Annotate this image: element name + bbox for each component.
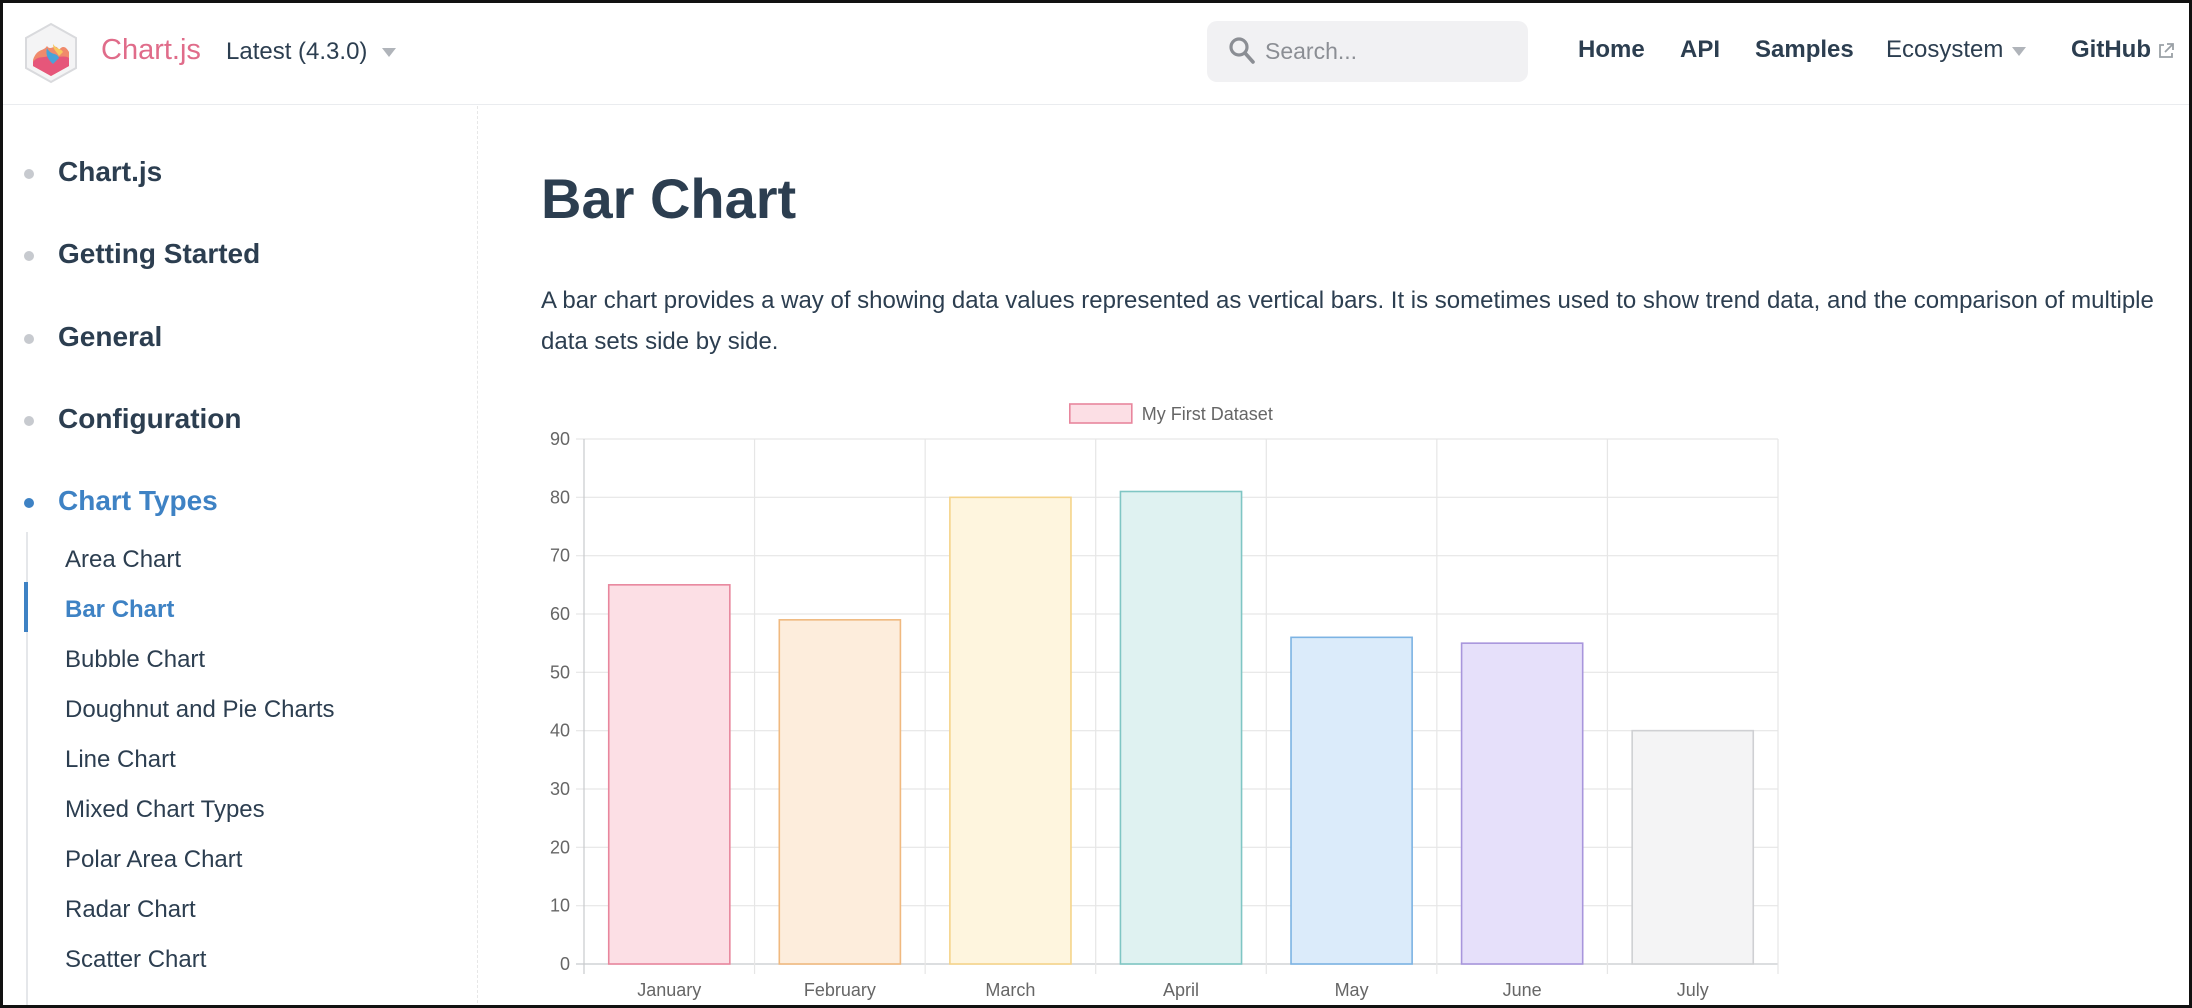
sidebar-item-area-chart[interactable]: Area Chart — [65, 546, 181, 574]
bar-chart: 0 10 20 30 40 50 60 70 80 90 January February March A… — [550, 403, 1779, 1000]
x-tick-label: April — [1163, 980, 1199, 1000]
bar-january — [607, 584, 731, 965]
y-tick-label: 10 — [550, 896, 570, 916]
nav-home-link[interactable]: Home — [1578, 36, 1645, 64]
y-tick-label: 40 — [550, 721, 570, 741]
search-icon — [1229, 37, 1255, 64]
bullet-icon — [24, 334, 34, 344]
bar-may — [1290, 636, 1413, 965]
y-tick-label: 70 — [550, 546, 570, 566]
lead-paragraph: A bar chart provides a way of showing da… — [541, 287, 2154, 355]
sidebar-section-chartjs[interactable]: Chart.js — [58, 156, 162, 188]
sidebar-section-general[interactable]: General — [58, 321, 162, 353]
nav-github-link[interactable]: GitHub — [2071, 36, 2151, 64]
y-tick-label: 0 — [560, 954, 570, 974]
sidebar-item-bubble-chart[interactable]: Bubble Chart — [65, 646, 205, 674]
legend-swatch — [1068, 403, 1133, 424]
bar-february — [778, 619, 902, 965]
sidebar-section-chart-types[interactable]: Chart Types — [58, 485, 218, 517]
bar-march — [949, 496, 1072, 965]
bullet-icon — [24, 251, 34, 261]
page-title: Bar Chart — [541, 167, 797, 230]
y-tick-label: 30 — [550, 779, 570, 799]
sidebar-item-bar-chart[interactable]: Bar Chart — [65, 596, 174, 624]
sidebar-section-configuration[interactable]: Configuration — [58, 403, 242, 435]
bullet-icon — [24, 169, 34, 179]
sidebar-item-line-chart[interactable]: Line Chart — [65, 746, 176, 774]
version-select[interactable]: Latest (4.3.0) — [226, 38, 367, 66]
x-tick-label: January — [637, 980, 701, 1000]
external-link-icon — [2159, 43, 2174, 58]
sidebar-item-mixed-chart[interactable]: Mixed Chart Types — [65, 796, 265, 824]
x-tick-label: July — [1677, 980, 1709, 1000]
x-tick-label: May — [1335, 980, 1369, 1000]
bullet-icon — [24, 498, 34, 508]
search-box[interactable]: Search... — [1207, 21, 1528, 82]
y-tick-label: 90 — [550, 429, 570, 449]
y-tick-label: 80 — [550, 487, 570, 507]
brand-name[interactable]: Chart.js — [101, 34, 201, 67]
chartjs-logo-icon[interactable] — [23, 22, 79, 84]
chevron-down-icon[interactable] — [2012, 47, 2026, 56]
nav-samples-link[interactable]: Samples — [1755, 36, 1854, 64]
y-tick-label: 20 — [550, 837, 570, 857]
top-navbar: Chart.js Latest (4.3.0) Search... Home A… — [0, 0, 2192, 105]
x-tick-label: June — [1503, 980, 1542, 1000]
x-tick-label: March — [985, 980, 1035, 1000]
sidebar-section-getting-started[interactable]: Getting Started — [58, 238, 260, 270]
sidebar-item-scatter-chart[interactable]: Scatter Chart — [65, 946, 206, 974]
sidebar-item-radar-chart[interactable]: Radar Chart — [65, 896, 196, 924]
y-tick-label: 60 — [550, 604, 570, 624]
y-tick-label: 50 — [550, 662, 570, 682]
search-input[interactable]: Search... — [1265, 38, 1357, 65]
legend-label: My First Dataset — [1142, 404, 1273, 424]
sidebar: Chart.js Getting Started General Configu… — [0, 106, 478, 1008]
x-tick-label: February — [804, 980, 876, 1000]
nav-ecosystem-dropdown[interactable]: Ecosystem — [1886, 36, 2003, 64]
bullet-icon — [24, 416, 34, 426]
bar-april — [1119, 490, 1243, 965]
nav-api-link[interactable]: API — [1680, 36, 1720, 64]
chevron-down-icon[interactable] — [382, 48, 396, 57]
sidebar-item-doughnut-pie[interactable]: Doughnut and Pie Charts — [65, 696, 335, 724]
sidebar-active-indicator — [24, 582, 28, 632]
sidebar-item-polar-area[interactable]: Polar Area Chart — [65, 846, 242, 874]
bar-june — [1460, 642, 1584, 965]
bar-july — [1631, 729, 1755, 965]
